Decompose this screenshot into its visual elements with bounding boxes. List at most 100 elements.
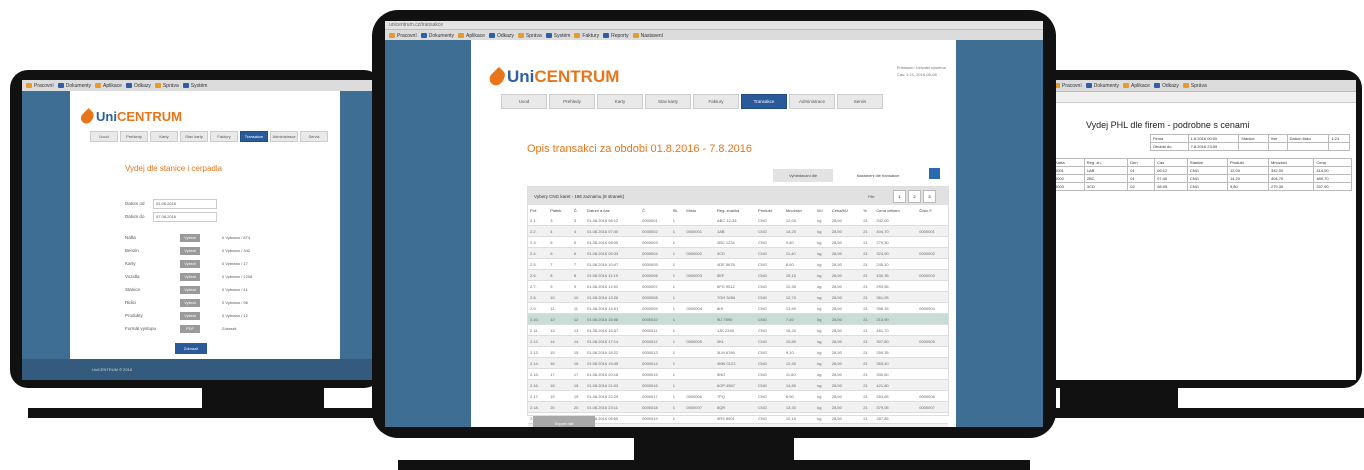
table-row[interactable]: 2.3. 5 5 01.08.2016 08:05 0000003 1 2BC 1234 CN… (528, 236, 948, 248)
table-row[interactable]: 2.14. 16 16 01.08.2016 19:45 0000014 1 4MN 012… (528, 357, 948, 369)
select-button[interactable]: PDF (180, 324, 200, 333)
column-header: Reg. zn. (1083, 158, 1129, 167)
table-cell: CNG (756, 258, 784, 270)
table-cell: 28,50 (829, 258, 862, 270)
select-button[interactable]: Vybrat (180, 285, 200, 294)
table-cell: 18 (571, 379, 586, 391)
nav-tab-7[interactable]: Administrace (270, 131, 298, 142)
filter-note: Zobrazit (222, 326, 237, 331)
table-cell: 28,50 (829, 225, 862, 237)
table-row[interactable]: 2.4. 6 6 01.08.2016 09:33 0000004 1 0000002 3CD… (528, 247, 948, 259)
table-cell: 2.7. (528, 280, 549, 292)
nav-tab-6[interactable]: Transakce (240, 131, 268, 142)
table-row[interactable]: 2.9. 11 11 01.08.2016 14:51 0000009 1 0000004 8… (528, 302, 948, 314)
table-cell: 361,95 (874, 291, 918, 303)
table-cell: CNG (756, 346, 784, 358)
nav-tab-5[interactable]: Faktury (210, 131, 238, 142)
table-cell: 0000001 (917, 225, 948, 237)
nav-tab-5[interactable]: Faktury (693, 94, 739, 109)
table-row[interactable]: 2.5. 7 7 01.08.2016 10:47 0000005 1 4DE 5678 CN… (528, 258, 948, 270)
table-cell: 28,50 (829, 236, 862, 248)
results-panel: Vybery CNG karet - 186 zaznamu (8 strane… (527, 186, 949, 427)
table-cell: 0000007 (684, 401, 715, 413)
table-cell: 07:40 (1154, 174, 1188, 183)
select-button[interactable]: Vybrat (180, 246, 200, 255)
center-tab-b[interactable]: Nastaveni dle transakce (837, 169, 919, 182)
nav-tab-2[interactable]: Prehledy (549, 94, 595, 109)
pager-page-1[interactable]: 1 (893, 190, 906, 203)
table-cell: 01.08.2016 13:26 (585, 291, 641, 303)
table-cell: CNG (756, 324, 784, 336)
nav-tab-8[interactable]: Servis (300, 131, 328, 142)
nav-tab-4[interactable]: Stav karty (180, 131, 208, 142)
select-button[interactable]: Vybrat (180, 272, 200, 281)
table-cell: 9 (571, 280, 586, 292)
left-submit-button[interactable]: Zobrazit (175, 343, 207, 354)
drop-logo-icon (78, 107, 97, 126)
select-button[interactable]: Vybrat (180, 298, 200, 307)
table-cell: ABC 12-34 (714, 215, 757, 226)
table-row[interactable]: 2.11. 13 13 01.08.2016 16:37 0000011 1 1JK 234… (528, 324, 948, 336)
table-row[interactable]: 2.7. 9 9 01.08.2016 12:02 0000007 1 6FG 9012 CN… (528, 280, 948, 292)
info-cell: Firma (1150, 134, 1189, 143)
table-row[interactable]: 2.12. 14 14 01.08.2016 17:14 0000012 1 0000005… (528, 335, 948, 347)
table-cell: 3LM 6789 (714, 346, 757, 358)
export-button[interactable]: Export dat (533, 416, 595, 427)
table-cell: 21 (861, 280, 875, 292)
nav-tab-2[interactable]: Prehledy (120, 131, 148, 142)
table-cell: 14 (571, 335, 586, 347)
table-cell: 2KL (714, 335, 757, 347)
date-from-row: Datum od 01.08.2016 (125, 197, 325, 210)
table-cell: 2.14. (528, 357, 549, 369)
calendar-icon[interactable] (929, 168, 940, 179)
select-button[interactable]: Vybrat (180, 259, 200, 268)
column-header: Produkt (1226, 158, 1269, 167)
nav-tab-3[interactable]: Karty (597, 94, 643, 109)
nav-tab-1[interactable]: Uvod (501, 94, 547, 109)
table-cell: 2.15. (528, 368, 549, 380)
nav-tab-8[interactable]: Servis (837, 94, 883, 109)
table-cell: 08:05 (1154, 182, 1188, 191)
table-row[interactable]: 2.13. 15 15 01.08.2016 18:22 0000013 1 3LM 678… (528, 346, 948, 358)
table-cell (684, 291, 715, 303)
table-cell: kg (815, 346, 830, 358)
table-cell: 01.08.2016 16:37 (585, 324, 641, 336)
table-row[interactable]: 2.15. 17 17 01.08.2016 20:18 0000015 1 5NO CNG 1… (528, 368, 948, 380)
filter-row: Formát vystupu PDF Zobrazit (125, 322, 325, 335)
table-cell: 0000012 (640, 335, 671, 347)
table-cell: CNG (756, 313, 784, 325)
select-button[interactable]: Vybrat (180, 311, 200, 320)
nav-tab-1[interactable]: Uvod (90, 131, 118, 142)
table-cell: 21 (861, 379, 875, 391)
pager-page-2[interactable]: 2 (908, 190, 921, 203)
table-row[interactable]: 2.10. 12 12 01.08.2016 15:08 0000010 1 9IJ 789… (528, 313, 948, 325)
table-cell: 13,90 (783, 302, 816, 314)
nav-tab-7[interactable]: Administrace (789, 94, 835, 109)
table-cell: 9,10 (783, 346, 816, 358)
table-cell: 1 (670, 390, 685, 402)
column-header: Místo (686, 207, 697, 213)
table-cell: 21 (861, 302, 875, 314)
table-row[interactable]: 2.16. 18 18 01.08.2016 21:03 0000016 1 6OP 456… (528, 379, 948, 391)
nav-tab-3[interactable]: Karty (150, 131, 178, 142)
table-row[interactable]: 2.17. 19 19 01.08.2016 22:29 0000017 1 0000006… (528, 390, 948, 402)
select-button[interactable]: Vybrat (180, 233, 200, 242)
table-cell: CNG (756, 412, 784, 424)
table-row[interactable]: 2.6. 8 8 01.08.2016 11:19 0000006 1 0000003 5EF… (528, 269, 948, 281)
table-cell: 10 (571, 291, 586, 303)
table-row[interactable]: 2.8. 10 10 01.08.2016 13:26 0000008 1 7GH 3456… (528, 291, 948, 303)
table-row[interactable]: 2.2. 4 4 01.08.2016 07:40 0000002 1 0000001 1AB… (528, 225, 948, 237)
table-row[interactable]: 2.1. 3 3 01.08.2016 06:12 0000001 1 ABC 12-34 C… (528, 215, 948, 226)
pager-page-3[interactable]: 3 (923, 190, 936, 203)
date-to-input[interactable]: 07.08.2016 (153, 211, 217, 222)
date-from-input[interactable]: 01.08.2016 (153, 198, 217, 209)
table-row[interactable]: 2.18. 20 20 01.08.2016 23:11 0000018 1 0000007… (528, 401, 948, 413)
table-cell (917, 236, 948, 248)
nav-tab-4[interactable]: Stav karty (645, 94, 691, 109)
table-cell: 20 (548, 401, 572, 413)
column-header: Č. (642, 207, 647, 213)
filter-row: Nafta Vybrat 0 Vybrano / 874 (125, 231, 325, 244)
left-stand-base (28, 408, 388, 418)
center-tab-a[interactable]: Vyhledavani dle (773, 169, 833, 182)
nav-tab-6[interactable]: Transakce (741, 94, 787, 109)
